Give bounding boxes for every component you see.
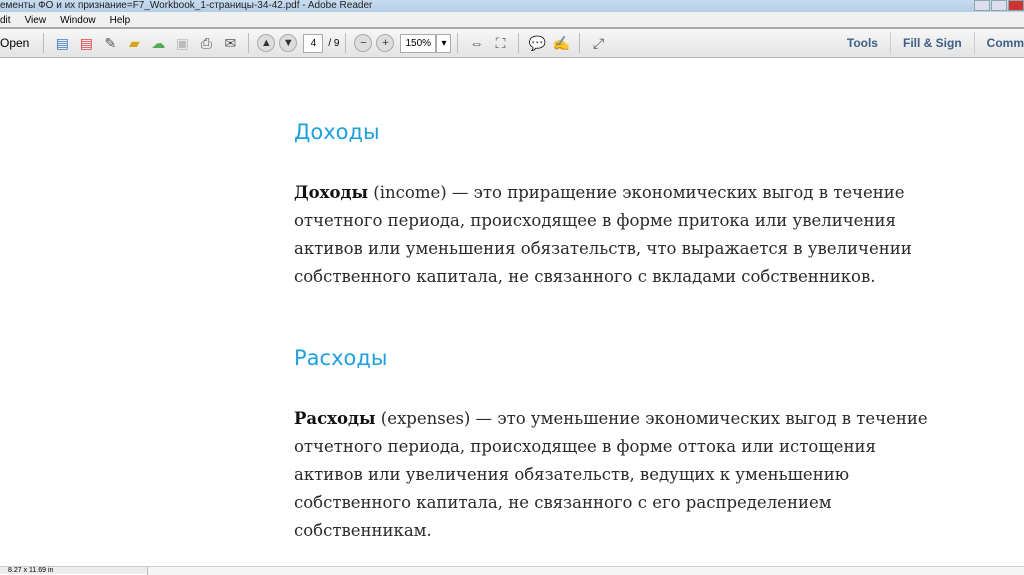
fit-page-icon[interactable]: ⛶ — [490, 33, 510, 53]
comment-icon[interactable]: 💬 — [527, 33, 547, 53]
full-screen-icon[interactable]: ⤢ — [588, 33, 608, 53]
zoom-in-icon[interactable]: + — [376, 34, 395, 52]
toolbar: Open ▤ ▤ ✎ ▰ ☁ ▣ ⎙ ✉ ▲ ▼ 4 / 9 − + 150% … — [0, 29, 1024, 58]
close-button[interactable] — [1008, 0, 1024, 11]
minimize-button[interactable] — [974, 0, 990, 11]
previous-page-icon[interactable]: ▲ — [257, 34, 276, 52]
zoom-out-icon[interactable]: − — [354, 34, 373, 52]
edit-pdf-icon[interactable]: ✎ — [100, 33, 120, 53]
fill-sign-button[interactable]: Fill & Sign — [889, 32, 974, 54]
print-icon[interactable]: ⎙ — [196, 33, 216, 53]
create-pdf-icon[interactable]: ▤ — [52, 33, 72, 53]
status-bar: 8.27 x 11.69 in — [0, 566, 1024, 575]
tools-button[interactable]: Tools — [835, 32, 890, 54]
page-size: 8.27 x 11.69 in — [8, 567, 54, 574]
page-number-input[interactable]: 4 — [303, 33, 324, 53]
email-icon[interactable]: ✉ — [220, 33, 240, 53]
highlight-text-icon[interactable]: ✍ — [551, 33, 571, 53]
maximize-button[interactable] — [991, 0, 1007, 11]
divider — [345, 33, 347, 53]
open-button[interactable]: Open — [0, 36, 37, 50]
menu-view[interactable]: View — [25, 12, 47, 27]
divider — [457, 33, 459, 53]
comment-button[interactable]: Comm — [973, 32, 1024, 54]
divider — [248, 33, 250, 53]
divider — [43, 33, 45, 53]
fit-width-icon[interactable]: ⇔ — [466, 33, 486, 53]
menu-edit[interactable]: dit — [0, 12, 11, 27]
zoom-input[interactable]: 150% — [400, 33, 437, 53]
menu-bar: dit View Window Help — [0, 12, 1024, 29]
divider — [518, 33, 520, 53]
term-expenses: Расходы — [294, 409, 376, 428]
paragraph-income: Доходы (income) — это приращение экономи… — [294, 179, 934, 291]
open-folder-icon[interactable]: ▰ — [124, 33, 144, 53]
term-income: Доходы — [294, 183, 369, 202]
heading-expenses: Расходы — [294, 346, 388, 370]
definition-income: (income) — это приращение экономических … — [294, 183, 912, 286]
zoom-dropdown-icon[interactable]: ▾ — [436, 33, 452, 53]
title-bar: ементы ФО и их признание=F7_Workbook_1-с… — [0, 0, 1024, 12]
menu-window[interactable]: Window — [60, 12, 96, 27]
next-page-icon[interactable]: ▼ — [279, 34, 298, 52]
page-total: / 9 — [328, 37, 340, 49]
cloud-upload-icon[interactable]: ☁ — [148, 33, 168, 53]
menu-help[interactable]: Help — [110, 12, 131, 27]
divider — [579, 33, 581, 53]
definition-expenses: (expenses) — это уменьшение экономически… — [294, 409, 928, 540]
paragraph-expenses: Расходы (expenses) — это уменьшение экон… — [294, 405, 934, 545]
heading-income: Доходы — [294, 120, 380, 144]
export-pdf-icon[interactable]: ▤ — [76, 33, 96, 53]
save-icon[interactable]: ▣ — [172, 33, 192, 53]
window-title: ементы ФО и их признание=F7_Workbook_1-с… — [0, 0, 373, 11]
document-view[interactable]: Доходы Доходы (income) — это приращение … — [0, 59, 1024, 566]
